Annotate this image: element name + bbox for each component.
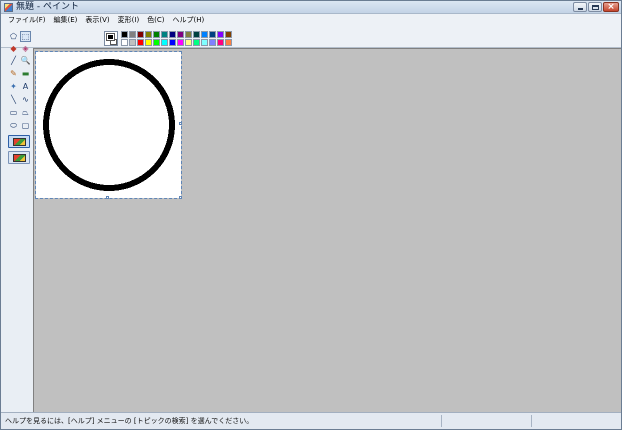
curve-icon: ∿: [22, 95, 29, 104]
free-select-tool[interactable]: ⬠: [8, 31, 19, 42]
color-swatch[interactable]: [137, 39, 144, 46]
resize-handle-right[interactable]: [179, 122, 182, 125]
pencil-tool[interactable]: ✎: [8, 68, 19, 79]
color-swatch[interactable]: [161, 39, 168, 46]
black-circle: [43, 59, 175, 191]
title-bar[interactable]: 無題 - ペイント ×: [1, 1, 621, 14]
eyedropper-icon: ╱: [11, 56, 16, 65]
menu-bar: ファイル(F) 編集(E) 表示(V) 変形(I) 色(C) ヘルプ(H): [1, 14, 621, 27]
color-swatch[interactable]: [153, 31, 160, 38]
resize-handle-bottom[interactable]: [106, 196, 109, 199]
color-swatch[interactable]: [153, 39, 160, 46]
color-swatch[interactable]: [193, 31, 200, 38]
magnifier-tool[interactable]: 🔍: [20, 55, 31, 66]
color-swatch[interactable]: [225, 31, 232, 38]
color-picker-tool[interactable]: ╱: [8, 55, 19, 66]
transparent-fill-option[interactable]: [8, 151, 30, 164]
maximize-icon: [592, 5, 599, 10]
rectangle-icon: ▭: [9, 108, 18, 117]
minimize-icon: [578, 8, 583, 10]
eraser-tool[interactable]: ◆: [8, 43, 19, 54]
text-icon: A: [22, 82, 29, 91]
status-bar: ヘルプを見るには、[ヘルプ] メニューの [トピックの検索] を選んでください。: [1, 412, 621, 429]
color-swatch[interactable]: [209, 31, 216, 38]
color-swatch[interactable]: [137, 31, 144, 38]
status-divider: [441, 415, 442, 427]
menu-file[interactable]: ファイル(F): [4, 15, 50, 26]
color-swatch[interactable]: [121, 31, 128, 38]
color-swatch[interactable]: [185, 31, 192, 38]
canvas[interactable]: [35, 51, 182, 199]
brush-tool[interactable]: ▬: [20, 68, 31, 79]
menu-image[interactable]: 変形(I): [114, 15, 144, 26]
color-swatch[interactable]: [177, 31, 184, 38]
opaque-fill-option[interactable]: [8, 135, 30, 148]
minimize-button[interactable]: [573, 2, 587, 12]
fill-icon: ◈: [22, 44, 29, 53]
color-swatch[interactable]: [129, 31, 136, 38]
color-swatch[interactable]: [161, 31, 168, 38]
rect-select-icon: ⬚: [21, 32, 30, 41]
ellipse-icon: ⬭: [10, 121, 17, 130]
color-swatch[interactable]: [145, 31, 152, 38]
eraser-icon: ◆: [10, 44, 17, 53]
foreground-color: [106, 33, 115, 41]
status-help-text: ヘルプを見るには、[ヘルプ] メニューの [トピックの検索] を選んでください。: [5, 417, 254, 425]
color-swatch[interactable]: [129, 39, 136, 46]
polygon-tool[interactable]: ⏢: [20, 107, 31, 118]
curve-tool[interactable]: ∿: [20, 94, 31, 105]
transparent-option-icon: [13, 154, 26, 162]
line-icon: ╲: [11, 95, 16, 104]
polygon-icon: ⏢: [22, 108, 29, 117]
color-swatch[interactable]: [169, 31, 176, 38]
color-swatch[interactable]: [169, 39, 176, 46]
drawing-area[interactable]: [33, 48, 621, 412]
brush-icon: ▬: [21, 69, 30, 78]
toolbox: ⬠ ⬚ ◆ ◈ ╱ 🔍 ✎ ▬ ✦ A ╲ ∿ ▭ ⏢ ⬭ ▢: [5, 30, 33, 170]
opaque-option-icon: [13, 138, 26, 146]
color-swatch[interactable]: [121, 39, 128, 46]
rounded-rect-tool[interactable]: ▢: [20, 120, 31, 131]
resize-handle-corner[interactable]: [179, 196, 182, 199]
toolbar-area: [1, 27, 621, 48]
window-controls: ×: [573, 2, 619, 12]
circle-drawing: [43, 59, 175, 191]
menu-edit[interactable]: 編集(E): [50, 15, 82, 26]
ellipse-tool[interactable]: ⬭: [8, 120, 19, 131]
window-title: 無題 - ペイント: [16, 2, 79, 12]
color-swatch[interactable]: [225, 39, 232, 46]
text-tool[interactable]: A: [20, 81, 31, 92]
current-colors[interactable]: [104, 31, 118, 46]
color-swatch[interactable]: [177, 39, 184, 46]
maximize-button[interactable]: [588, 2, 602, 12]
rounded-rect-icon: ▢: [21, 121, 30, 130]
status-divider: [531, 415, 532, 427]
pencil-icon: ✎: [10, 69, 17, 78]
color-swatch[interactable]: [193, 39, 200, 46]
color-swatch[interactable]: [201, 31, 208, 38]
fill-tool[interactable]: ◈: [20, 43, 31, 54]
menu-view[interactable]: 表示(V): [81, 15, 113, 26]
color-swatch[interactable]: [217, 39, 224, 46]
rectangle-tool[interactable]: ▭: [8, 107, 19, 118]
paint-app-icon[interactable]: [4, 3, 13, 12]
close-button[interactable]: ×: [603, 2, 619, 12]
menu-help[interactable]: ヘルプ(H): [169, 15, 209, 26]
paint-window: 無題 - ペイント × ファイル(F) 編集(E) 表示(V) 変形(I) 色(…: [0, 0, 622, 430]
color-swatch[interactable]: [201, 39, 208, 46]
line-tool[interactable]: ╲: [8, 94, 19, 105]
color-swatch[interactable]: [209, 39, 216, 46]
magnifier-icon: 🔍: [20, 56, 31, 65]
color-swatch[interactable]: [185, 39, 192, 46]
color-swatch[interactable]: [217, 31, 224, 38]
airbrush-tool[interactable]: ✦: [8, 81, 19, 92]
free-select-icon: ⬠: [10, 32, 17, 41]
color-swatch[interactable]: [145, 39, 152, 46]
rect-select-tool[interactable]: ⬚: [20, 31, 31, 42]
menu-colors[interactable]: 色(C): [143, 15, 168, 26]
close-icon: ×: [607, 2, 615, 12]
airbrush-icon: ✦: [10, 82, 17, 91]
